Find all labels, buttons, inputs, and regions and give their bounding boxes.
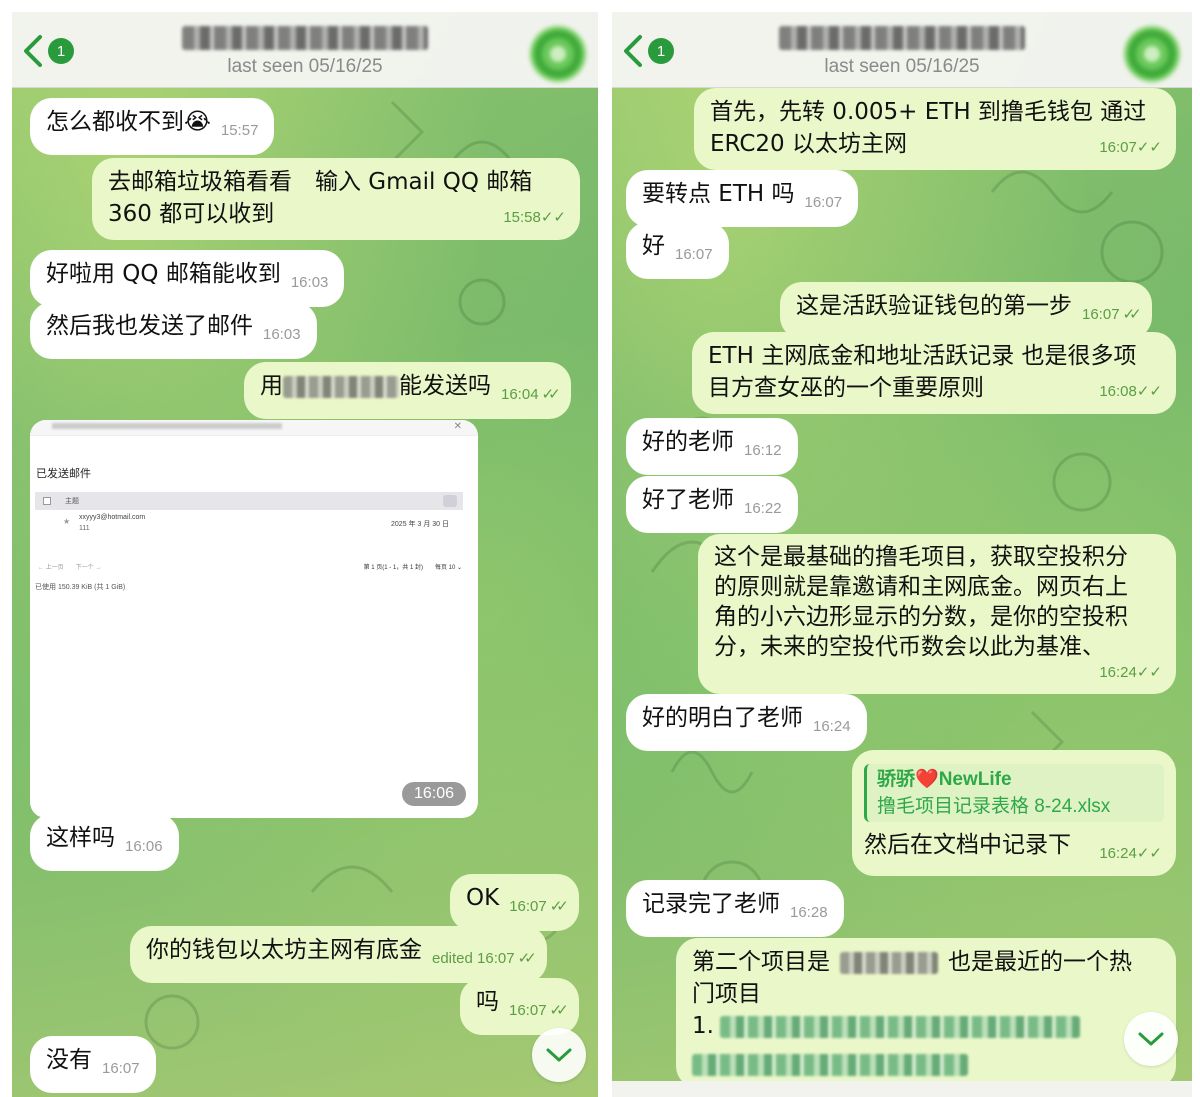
avatar[interactable] xyxy=(530,26,586,82)
mail-row: ★ xxyyy3@hotmail.com 111 2025 年 3 月 30 日 xyxy=(63,514,449,532)
email-screenshot-image[interactable]: ✕ 已发送邮件 主题 ★ xxyyy3@hotmail.com 111 2025… xyxy=(30,420,478,818)
last-seen-status: last seen 05/16/25 xyxy=(227,56,383,77)
mail-pager: ← 上一页 下一个 → 第 1 页(1 - 1，共 1 封) 每页 10 ⌄ xyxy=(38,565,462,571)
double-check-icon: ✓✓ xyxy=(1122,306,1142,323)
last-seen-status: last seen 05/16/25 xyxy=(824,56,980,77)
double-check-icon: ✓✓ xyxy=(1136,383,1162,400)
message-incoming[interactable]: 没有 16:07 xyxy=(30,1036,156,1093)
message-outgoing[interactable]: ETH 主网底金和地址活跃记录 也是很多项 目方查女巫的一个重要原则 16:08… xyxy=(692,332,1176,414)
message-incoming[interactable]: 好的明白了老师 16:24 xyxy=(626,694,867,751)
storage-usage: 已使用 150.39 KiB (共 1 GiB) xyxy=(35,584,126,591)
chat-header: 1 last seen 05/16/25 xyxy=(612,12,1192,88)
chat-header: 1 last seen 05/16/25 xyxy=(12,12,598,88)
message-incoming[interactable]: 怎么都收不到😭 15:57 xyxy=(30,98,275,155)
crying-emoji: 😭 xyxy=(184,109,211,135)
chat-title-redacted xyxy=(779,26,1025,50)
message-outgoing[interactable]: 去邮箱垃圾箱看看 输入 Gmail QQ 邮箱 360 都可以收到 15:58✓… xyxy=(92,158,580,240)
reply-quote[interactable]: 骄骄❤️NewLife 撸毛项目记录表格 8-24.xlsx xyxy=(864,764,1164,822)
scroll-down-button[interactable] xyxy=(1124,1012,1178,1066)
double-check-icon: ✓✓ xyxy=(549,1002,569,1019)
message-outgoing[interactable]: 用能发送吗 16:04 ✓✓ xyxy=(244,362,571,419)
message-incoming[interactable]: 要转点 ETH 吗 16:07 xyxy=(626,170,859,227)
scroll-down-button[interactable] xyxy=(532,1028,586,1082)
message-incoming[interactable]: 好啦用 QQ 邮箱能收到 16:03 xyxy=(30,250,345,307)
message-outgoing[interactable]: 首先，先转 0.005+ ETH 到撸毛钱包 通过 ERC20 以太坊主网 16… xyxy=(694,88,1176,170)
message-outgoing-reply[interactable]: 骄骄❤️NewLife 撸毛项目记录表格 8-24.xlsx 然后在文档中记录下… xyxy=(852,750,1176,876)
message-incoming[interactable]: 这样吗 16:06 xyxy=(30,814,179,871)
message-outgoing[interactable]: OK 16:07 ✓✓ xyxy=(450,874,579,931)
message-incoming[interactable]: 然后我也发送了邮件 16:03 xyxy=(30,302,317,359)
message-outgoing[interactable]: 这是活跃验证钱包的第一步 16:07 ✓✓ xyxy=(780,282,1152,339)
input-bar-edge xyxy=(612,1081,1192,1097)
mail-toolbar: 主题 xyxy=(35,492,463,510)
chat-title-redacted xyxy=(182,26,428,50)
double-check-icon: ✓✓ xyxy=(541,386,561,403)
double-check-icon: ✓✓ xyxy=(1136,139,1162,156)
avatar[interactable] xyxy=(1124,26,1180,82)
chevron-down-icon xyxy=(1138,1032,1164,1046)
double-check-icon: ✓✓ xyxy=(549,898,569,915)
star-icon: ★ xyxy=(63,517,71,526)
message-incoming[interactable]: 好 16:07 xyxy=(626,222,729,279)
double-check-icon: ✓✓ xyxy=(517,950,537,967)
chevron-down-icon xyxy=(546,1048,572,1062)
message-outgoing[interactable]: 这个是最基础的撸毛项目，获取空投积分 的原则就是靠邀请和主网底金。网页右上 角的… xyxy=(698,534,1176,694)
redacted-text xyxy=(283,375,399,398)
chat-screen-right: 1 last seen 05/16/25 首先，先转 0.005+ ETH 到撸… xyxy=(612,12,1192,1097)
checkbox-icon xyxy=(43,497,51,505)
message-incoming[interactable]: 好的老师 16:12 xyxy=(626,418,798,475)
heart-icon: ❤️ xyxy=(915,768,939,790)
redacted-text xyxy=(840,951,938,974)
double-check-icon: ✓✓ xyxy=(1136,664,1162,681)
redacted-link xyxy=(692,1053,968,1076)
close-icon: ✕ xyxy=(453,421,462,432)
message-outgoing[interactable]: 你的钱包以太坊主网有底金 edited 16:07 ✓✓ xyxy=(130,926,547,983)
double-check-icon: ✓✓ xyxy=(540,209,566,226)
chat-screen-left: 1 last seen 05/16/25 怎么都收不到😭 15:57 去邮箱垃圾箱… xyxy=(12,12,598,1097)
hide-icon xyxy=(443,495,457,507)
double-check-icon: ✓✓ xyxy=(1136,845,1162,862)
sent-mail-title: 已发送邮件 xyxy=(36,468,91,480)
redacted-link xyxy=(719,1015,1080,1038)
quoted-file-name: 撸毛项目记录表格 8-24.xlsx xyxy=(877,796,1111,817)
image-timestamp: 16:06 xyxy=(401,782,466,806)
message-incoming[interactable]: 好了老师 16:22 xyxy=(626,476,798,533)
message-incoming[interactable]: 记录完了老师 16:28 xyxy=(626,880,844,937)
message-outgoing[interactable]: 吗 16:07 ✓✓ xyxy=(460,978,579,1035)
message-outgoing[interactable]: 第二个项目是 也是最近的一个热 门项目 1. xyxy=(676,938,1176,1088)
